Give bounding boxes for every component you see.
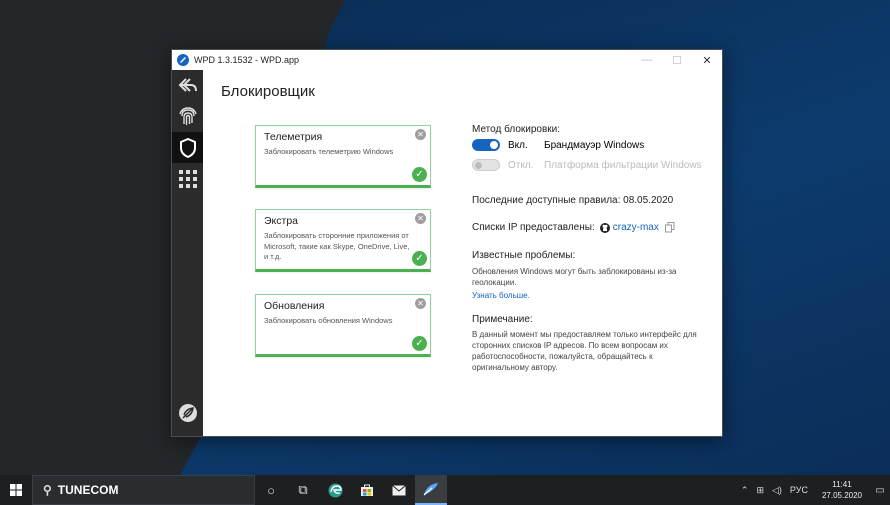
- block-method-heading: Метод блокировки:: [472, 124, 561, 135]
- task-view-icon[interactable]: ⧉: [287, 475, 319, 505]
- window-title: WPD 1.3.1532 - WPD.app: [194, 55, 300, 65]
- language-indicator[interactable]: РУС: [790, 485, 808, 495]
- card-description: Заблокировать телеметрию Windows: [264, 147, 394, 156]
- checkmark-icon: ✓: [412, 251, 427, 266]
- learn-more-link[interactable]: Узнать больше.: [472, 290, 697, 301]
- note-heading: Примечание:: [472, 314, 533, 325]
- store-icon[interactable]: [351, 475, 383, 505]
- card-updates[interactable]: Обновления Заблокировать обновления Wind…: [255, 294, 431, 357]
- provider-link[interactable]: crazy-max: [613, 222, 659, 233]
- taskbar: ⚲ TUNECOM ○ ⧉ ⌃ ⊞ ◁) РУС 11:41 27.05.202…: [0, 475, 890, 505]
- method-label: Брандмауэр Windows: [544, 139, 645, 151]
- method-option-firewall: Вкл. Брандмауэр Windows: [472, 139, 644, 151]
- search-text: TUNECOM: [57, 483, 119, 497]
- apps-grid-icon[interactable]: [172, 163, 203, 194]
- app-window: WPD 1.3.1532 - WPD.app — ☐ ✕ Блокировщик: [171, 49, 723, 437]
- toggle-state-label: Откл.: [508, 159, 534, 171]
- method-label: Платформа фильтрации Windows: [544, 159, 702, 171]
- card-description: Заблокировать обновления Windows: [264, 316, 393, 325]
- github-icon: [599, 222, 610, 233]
- edge-browser-icon[interactable]: [319, 475, 351, 505]
- card-title: Экстра: [264, 215, 298, 227]
- note-text: В данный момент мы предоставляем только …: [472, 330, 697, 372]
- card-telemetry[interactable]: Телеметрия Заблокировать телеметрию Wind…: [255, 125, 431, 188]
- clock-date: 27.05.2020: [821, 491, 862, 500]
- page-title: Блокировщик: [221, 83, 315, 100]
- toggle-state-label: Вкл.: [508, 139, 528, 151]
- close-icon[interactable]: ✕: [415, 129, 426, 140]
- known-issues-heading: Известные проблемы:: [472, 250, 576, 261]
- volume-icon[interactable]: ◁): [772, 485, 782, 496]
- firewall-toggle[interactable]: [472, 139, 500, 151]
- notifications-icon[interactable]: ▭: [870, 485, 890, 496]
- fingerprint-icon[interactable]: [172, 101, 203, 132]
- about-logo-icon[interactable]: [172, 397, 203, 428]
- ip-lists-row: Списки IP предоставлены: crazy-max: [472, 222, 675, 233]
- app-logo-icon: [177, 54, 189, 66]
- back-icon[interactable]: [172, 70, 203, 101]
- method-option-wfp: Откл. Платформа фильтрации Windows: [472, 159, 702, 171]
- clock[interactable]: 11:41 27.05.2020: [822, 479, 862, 501]
- close-icon[interactable]: ✕: [415, 298, 426, 309]
- network-icon[interactable]: ⊞: [756, 485, 764, 496]
- cortana-icon[interactable]: ○: [255, 475, 287, 505]
- search-icon: ⚲: [43, 483, 52, 497]
- chevron-up-icon[interactable]: ⌃: [741, 485, 749, 496]
- checkmark-icon: ✓: [412, 336, 427, 351]
- system-tray: ⌃ ⊞ ◁) РУС 11:41 27.05.2020 ▭: [737, 475, 890, 505]
- minimize-button[interactable]: —: [632, 50, 662, 70]
- ip-lists-label: Списки IP предоставлены:: [472, 222, 595, 233]
- maximize-button[interactable]: ☐: [662, 50, 692, 70]
- title-bar[interactable]: WPD 1.3.1532 - WPD.app — ☐ ✕: [172, 50, 722, 70]
- clock-time: 11:41: [832, 480, 852, 489]
- rules-date: Последние доступные правила: 08.05.2020: [472, 195, 674, 206]
- close-button[interactable]: ✕: [692, 50, 722, 70]
- main-content: Блокировщик Телеметрия Заблокировать тел…: [203, 70, 722, 436]
- taskbar-search[interactable]: ⚲ TUNECOM: [32, 475, 255, 505]
- start-button[interactable]: [0, 475, 32, 505]
- card-description: Заблокировать сторонние приложения от Mi…: [264, 231, 410, 261]
- copy-icon[interactable]: [664, 222, 675, 233]
- card-title: Телеметрия: [264, 131, 323, 143]
- close-icon[interactable]: ✕: [415, 213, 426, 224]
- sidebar: [172, 70, 203, 436]
- card-title: Обновления: [264, 300, 325, 312]
- mail-icon[interactable]: [383, 475, 415, 505]
- checkmark-icon: ✓: [412, 167, 427, 182]
- card-extra[interactable]: Экстра Заблокировать сторонние приложени…: [255, 209, 431, 272]
- wfp-toggle[interactable]: [472, 159, 500, 171]
- known-issues-text: Обновления Windows могут быть заблокиров…: [472, 267, 677, 287]
- shield-icon[interactable]: [172, 132, 203, 163]
- wpd-app-icon[interactable]: [415, 475, 447, 505]
